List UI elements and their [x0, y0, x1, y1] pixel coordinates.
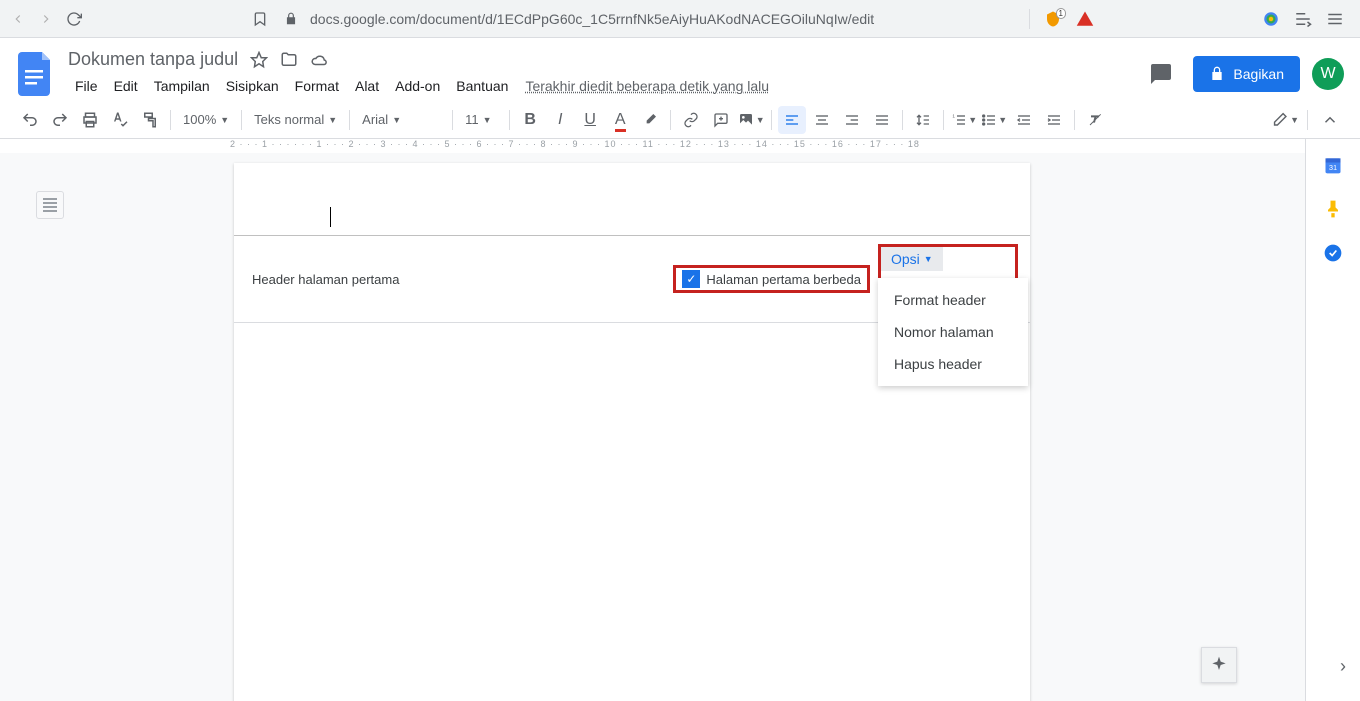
bold-icon[interactable]: B — [516, 106, 544, 134]
edit-mode-icon[interactable]: ▼ — [1271, 106, 1299, 134]
right-sidebar: 31 — [1305, 139, 1360, 701]
menu-edit[interactable]: Edit — [107, 74, 145, 98]
back-icon[interactable] — [8, 9, 28, 29]
main-area: 2 · · · 1 · · · · · · 1 · · · 2 · · · 3 … — [0, 139, 1360, 701]
calendar-icon[interactable]: 31 — [1323, 155, 1343, 175]
checkbox-label: Halaman pertama berbeda — [706, 272, 861, 287]
menu-file[interactable]: File — [68, 74, 105, 98]
comments-icon[interactable] — [1141, 54, 1181, 94]
docs-header: Dokumen tanpa judul File Edit Tampilan S… — [0, 38, 1360, 101]
menu-format[interactable]: Format — [288, 74, 346, 98]
link-icon[interactable] — [677, 106, 705, 134]
shield-badge: 1 — [1056, 8, 1066, 19]
align-left-icon[interactable] — [778, 106, 806, 134]
menu-view[interactable]: Tampilan — [147, 74, 217, 98]
lock-icon — [284, 12, 298, 26]
paint-format-icon[interactable] — [136, 106, 164, 134]
browser-right: 1 — [1029, 9, 1352, 29]
outdent-icon[interactable] — [1010, 106, 1038, 134]
canvas: 2 · · · 1 · · · · · · 1 · · · 2 · · · 3 … — [0, 139, 1305, 701]
reload-icon[interactable] — [64, 9, 84, 29]
underline-icon[interactable]: U — [576, 106, 604, 134]
style-select[interactable]: Teks normal▼ — [248, 106, 343, 134]
menu-addons[interactable]: Add-on — [388, 74, 447, 98]
menu-bar: File Edit Tampilan Sisipkan Format Alat … — [68, 74, 769, 98]
document-title[interactable]: Dokumen tanpa judul — [68, 49, 238, 70]
comment-icon[interactable] — [707, 106, 735, 134]
shield-icon[interactable]: 1 — [1044, 10, 1062, 28]
share-button[interactable]: Bagikan — [1193, 56, 1300, 92]
italic-icon[interactable]: I — [546, 106, 574, 134]
move-icon[interactable] — [280, 51, 298, 69]
menu-insert[interactable]: Sisipkan — [219, 74, 286, 98]
options-menu: Format header Nomor halaman Hapus header — [878, 278, 1028, 386]
size-select[interactable]: 11▼ — [459, 106, 503, 134]
bookmark-icon[interactable] — [252, 11, 268, 27]
zoom-select[interactable]: 100%▼ — [177, 106, 235, 134]
url-text[interactable]: docs.google.com/document/d/1ECdPpG60c_1C… — [310, 11, 874, 27]
undo-icon[interactable] — [16, 106, 44, 134]
spellcheck-icon[interactable] — [106, 106, 134, 134]
numbered-list-icon[interactable]: 1▼ — [950, 106, 978, 134]
explore-button[interactable] — [1201, 647, 1237, 683]
highlight-icon[interactable] — [636, 106, 664, 134]
tasks-icon[interactable] — [1323, 243, 1343, 263]
align-justify-icon[interactable] — [868, 106, 896, 134]
media-icon[interactable] — [1294, 10, 1312, 28]
menu-format-header[interactable]: Format header — [878, 284, 1028, 316]
translate-icon[interactable] — [1262, 10, 1280, 28]
checkbox-icon: ✓ — [682, 270, 700, 288]
browser-bar: docs.google.com/document/d/1ECdPpG60c_1C… — [0, 0, 1360, 38]
align-center-icon[interactable] — [808, 106, 836, 134]
align-right-icon[interactable] — [838, 106, 866, 134]
print-icon[interactable] — [76, 106, 104, 134]
document-page[interactable]: Header halaman pertama ✓ Halaman pertama… — [234, 163, 1030, 701]
options-container: Opsi ▼ Format header Nomor halaman Hapus… — [878, 244, 1018, 314]
header-label: Header halaman pertama — [252, 272, 399, 287]
expand-sidebar-icon[interactable]: › — [1340, 656, 1346, 677]
menu-help[interactable]: Bantuan — [449, 74, 515, 98]
clear-format-icon[interactable] — [1081, 106, 1109, 134]
font-select[interactable]: Arial▼ — [356, 106, 446, 134]
warning-icon[interactable] — [1076, 10, 1094, 28]
outline-icon[interactable] — [36, 191, 64, 219]
menu-tools[interactable]: Alat — [348, 74, 386, 98]
text-cursor — [330, 207, 331, 227]
keep-icon[interactable] — [1323, 199, 1343, 219]
options-button[interactable]: Opsi ▼ — [881, 247, 943, 271]
menu-remove-header[interactable]: Hapus header — [878, 348, 1028, 380]
image-icon[interactable]: ▼ — [737, 106, 765, 134]
redo-icon[interactable] — [46, 106, 74, 134]
forward-icon[interactable] — [36, 9, 56, 29]
bullet-list-icon[interactable]: ▼ — [980, 106, 1008, 134]
toolbar: 100%▼ Teks normal▼ Arial▼ 11▼ B I U A ▼ … — [0, 101, 1360, 139]
share-label: Bagikan — [1233, 66, 1284, 82]
menu-icon[interactable] — [1326, 10, 1344, 28]
cloud-icon[interactable] — [310, 51, 328, 69]
horizontal-ruler[interactable]: 2 · · · 1 · · · · · · 1 · · · 2 · · · 3 … — [0, 139, 1305, 153]
line-spacing-icon[interactable] — [909, 106, 937, 134]
docs-logo-icon[interactable] — [16, 49, 56, 99]
svg-text:1: 1 — [953, 113, 956, 118]
header-zone[interactable] — [234, 163, 1030, 236]
collapse-icon[interactable] — [1316, 106, 1344, 134]
last-edit-link[interactable]: Terakhir diedit beberapa detik yang lalu — [525, 78, 769, 94]
text-color-icon[interactable]: A — [606, 106, 634, 134]
star-icon[interactable] — [250, 51, 268, 69]
first-page-different-checkbox[interactable]: ✓ Halaman pertama berbeda — [673, 265, 870, 293]
indent-icon[interactable] — [1040, 106, 1068, 134]
user-avatar[interactable]: W — [1312, 58, 1344, 90]
menu-page-number[interactable]: Nomor halaman — [878, 316, 1028, 348]
header-footer-bar: Header halaman pertama ✓ Halaman pertama… — [234, 236, 1030, 323]
svg-text:31: 31 — [1329, 163, 1337, 172]
